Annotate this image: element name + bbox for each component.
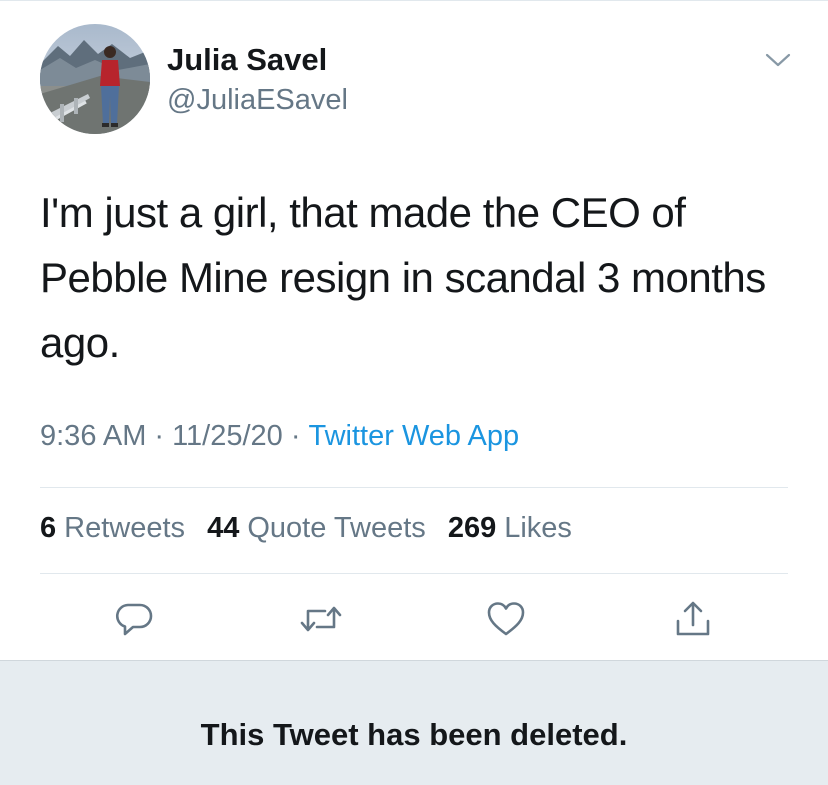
chevron-down-icon[interactable] [760,44,796,76]
user-name[interactable]: Julia Savel [167,42,327,78]
retweet-button[interactable] [296,596,346,646]
quote-tweets-label: Quote Tweets [247,512,426,544]
quote-tweets-stat[interactable]: 44 Quote Tweets [207,512,426,545]
like-button[interactable] [481,596,531,646]
share-icon [673,599,713,644]
tweet-stats: 6 Retweets 44 Quote Tweets 269 Likes [40,512,586,545]
retweets-stat[interactable]: 6 Retweets [40,512,185,545]
likes-stat[interactable]: 269 Likes [448,512,572,545]
retweets-count: 6 [40,512,57,544]
meta-separator: · [290,420,301,452]
reply-icon [114,599,154,644]
share-button[interactable] [668,596,718,646]
deleted-notice-text: This Tweet has been deleted. [200,717,628,752]
meta-separator: · [154,420,165,452]
tweet-actions [0,596,828,646]
user-handle[interactable]: @JuliaESavel [167,84,348,117]
deleted-notice: This Tweet has been deleted. [0,660,828,785]
divider [40,573,788,574]
heart-icon [485,599,527,644]
tweet-source-link[interactable]: Twitter Web App [308,420,519,452]
tweet-metadata: 9:36 AM · 11/25/20 · Twitter Web App [40,420,519,453]
retweet-icon [299,599,343,644]
tweet-text: I'm just a girl, that made the CEO of Pe… [40,189,766,366]
divider [40,487,788,488]
avatar[interactable] [40,24,150,134]
tweet-card: Julia Savel @JuliaESavel I'm just a girl… [0,0,828,660]
reply-button[interactable] [109,596,159,646]
likes-label: Likes [504,512,572,544]
quote-tweets-count: 44 [207,512,240,544]
likes-count: 269 [447,512,497,544]
tweet-time[interactable]: 9:36 AM [40,420,146,452]
tweet-date[interactable]: 11/25/20 [172,420,283,452]
retweets-label: Retweets [64,512,186,544]
